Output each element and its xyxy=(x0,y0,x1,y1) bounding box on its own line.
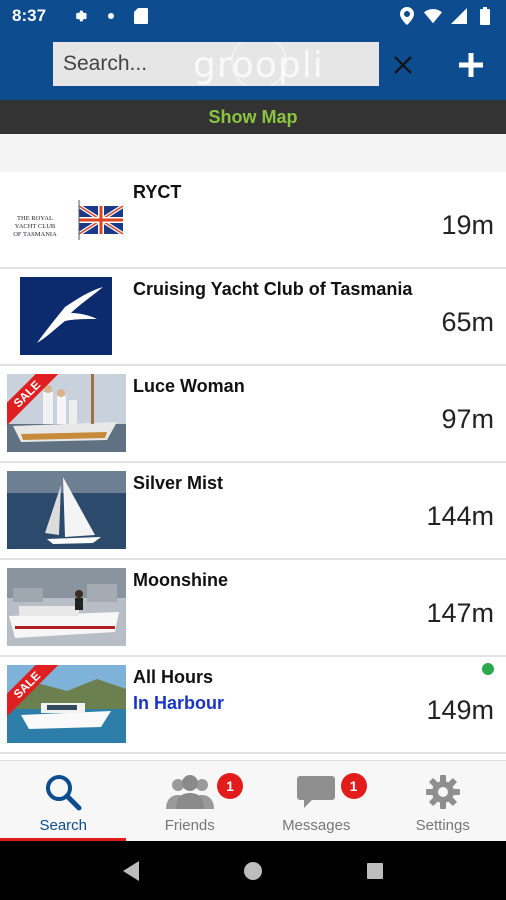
tab-search[interactable]: Search xyxy=(0,761,127,842)
list-item[interactable]: THE ROYAL YACHT CLUB OF TASMANIA RYCT 19… xyxy=(0,172,506,269)
gear-icon xyxy=(72,7,90,25)
notification-badge: 1 xyxy=(340,773,367,799)
online-status-dot xyxy=(482,663,494,675)
sailboat-photo xyxy=(7,471,126,549)
results-list[interactable]: THE ROYAL YACHT CLUB OF TASMANIA RYCT 19… xyxy=(0,172,506,760)
home-circle-icon xyxy=(244,861,262,880)
status-time: 8:37 xyxy=(12,6,47,25)
show-map-label: Show Map xyxy=(208,106,298,127)
recents-button[interactable] xyxy=(355,851,395,891)
item-distance: 144m xyxy=(426,501,494,531)
svg-text:YACHT CLUB: YACHT CLUB xyxy=(15,223,56,230)
sd-card-icon xyxy=(132,7,150,25)
location-icon xyxy=(398,7,416,25)
sale-ribbon: SALE xyxy=(7,374,59,426)
back-button[interactable] xyxy=(111,851,151,891)
item-distance: 149m xyxy=(426,695,494,725)
app-bar: groopli xyxy=(0,32,506,100)
tab-label: Friends xyxy=(164,817,215,834)
battery-icon xyxy=(476,7,494,25)
tab-friends[interactable]: Friends 1 xyxy=(127,761,254,842)
gear-icon xyxy=(425,771,461,813)
sailboat-crew-photo: SALE xyxy=(7,374,126,452)
list-header-spacer xyxy=(0,134,506,172)
notification-badge: 1 xyxy=(217,773,243,799)
search-input[interactable] xyxy=(63,52,263,76)
recents-square-icon xyxy=(367,862,383,879)
add-button[interactable] xyxy=(454,48,488,82)
sale-label: SALE xyxy=(7,374,59,426)
item-name: Cruising Yacht Club of Tasmania xyxy=(133,279,413,299)
item-name: Moonshine xyxy=(133,570,228,590)
tab-label: Messages xyxy=(282,817,351,834)
ryct-logo: THE ROYAL YACHT CLUB OF TASMANIA xyxy=(7,180,126,258)
svg-text:OF TASMANIA: OF TASMANIA xyxy=(13,231,57,238)
svg-text:THE ROYAL: THE ROYAL xyxy=(17,215,53,222)
item-distance: 147m xyxy=(426,598,494,628)
search-box[interactable]: groopli xyxy=(53,42,379,86)
chat-icon xyxy=(296,771,336,813)
list-item[interactable]: Cruising Yacht Club of Tasmania 65m xyxy=(0,269,506,366)
tab-label: Search xyxy=(39,817,88,834)
tab-settings[interactable]: Settings xyxy=(380,761,506,842)
plus-icon xyxy=(459,53,483,77)
wifi-icon xyxy=(424,7,442,25)
list-item[interactable]: Moonshine 147m xyxy=(0,560,506,657)
item-distance: 19m xyxy=(441,210,494,240)
close-icon xyxy=(394,56,412,74)
sale-label: SALE xyxy=(7,665,59,717)
list-item[interactable]: SALE All Hours In Harbour 149m xyxy=(0,657,506,754)
home-button[interactable] xyxy=(233,851,273,891)
item-name: Luce Woman xyxy=(133,376,245,396)
item-name: RYCT xyxy=(133,182,182,202)
item-name: Silver Mist xyxy=(133,473,224,493)
search-icon xyxy=(44,771,82,813)
item-distance: 97m xyxy=(441,404,494,434)
item-distance: 65m xyxy=(441,307,494,337)
item-name: All Hours xyxy=(133,667,214,687)
back-triangle-icon xyxy=(123,860,139,881)
list-item[interactable]: SALE Luce Woman 97m xyxy=(0,366,506,463)
list-item[interactable]: Silver Mist 144m xyxy=(0,463,506,560)
status-bar: 8:37 xyxy=(0,0,506,32)
friends-icon xyxy=(164,771,216,813)
clear-search-button[interactable] xyxy=(388,50,418,80)
cell-signal-icon xyxy=(450,7,468,25)
tab-messages[interactable]: Messages 1 xyxy=(253,761,380,842)
dot-icon xyxy=(102,7,120,25)
motorboat-photo xyxy=(7,568,126,646)
sale-ribbon: SALE xyxy=(7,665,59,717)
show-map-button[interactable]: Show Map xyxy=(0,100,506,134)
item-status: In Harbour xyxy=(133,693,225,713)
cruiser-photo: SALE xyxy=(7,665,126,743)
system-nav-bar xyxy=(0,841,506,900)
albatross-logo xyxy=(7,277,126,355)
bottom-nav: Search Friends 1 Messages 1 Settings xyxy=(0,760,506,842)
tab-label: Settings xyxy=(415,817,470,834)
